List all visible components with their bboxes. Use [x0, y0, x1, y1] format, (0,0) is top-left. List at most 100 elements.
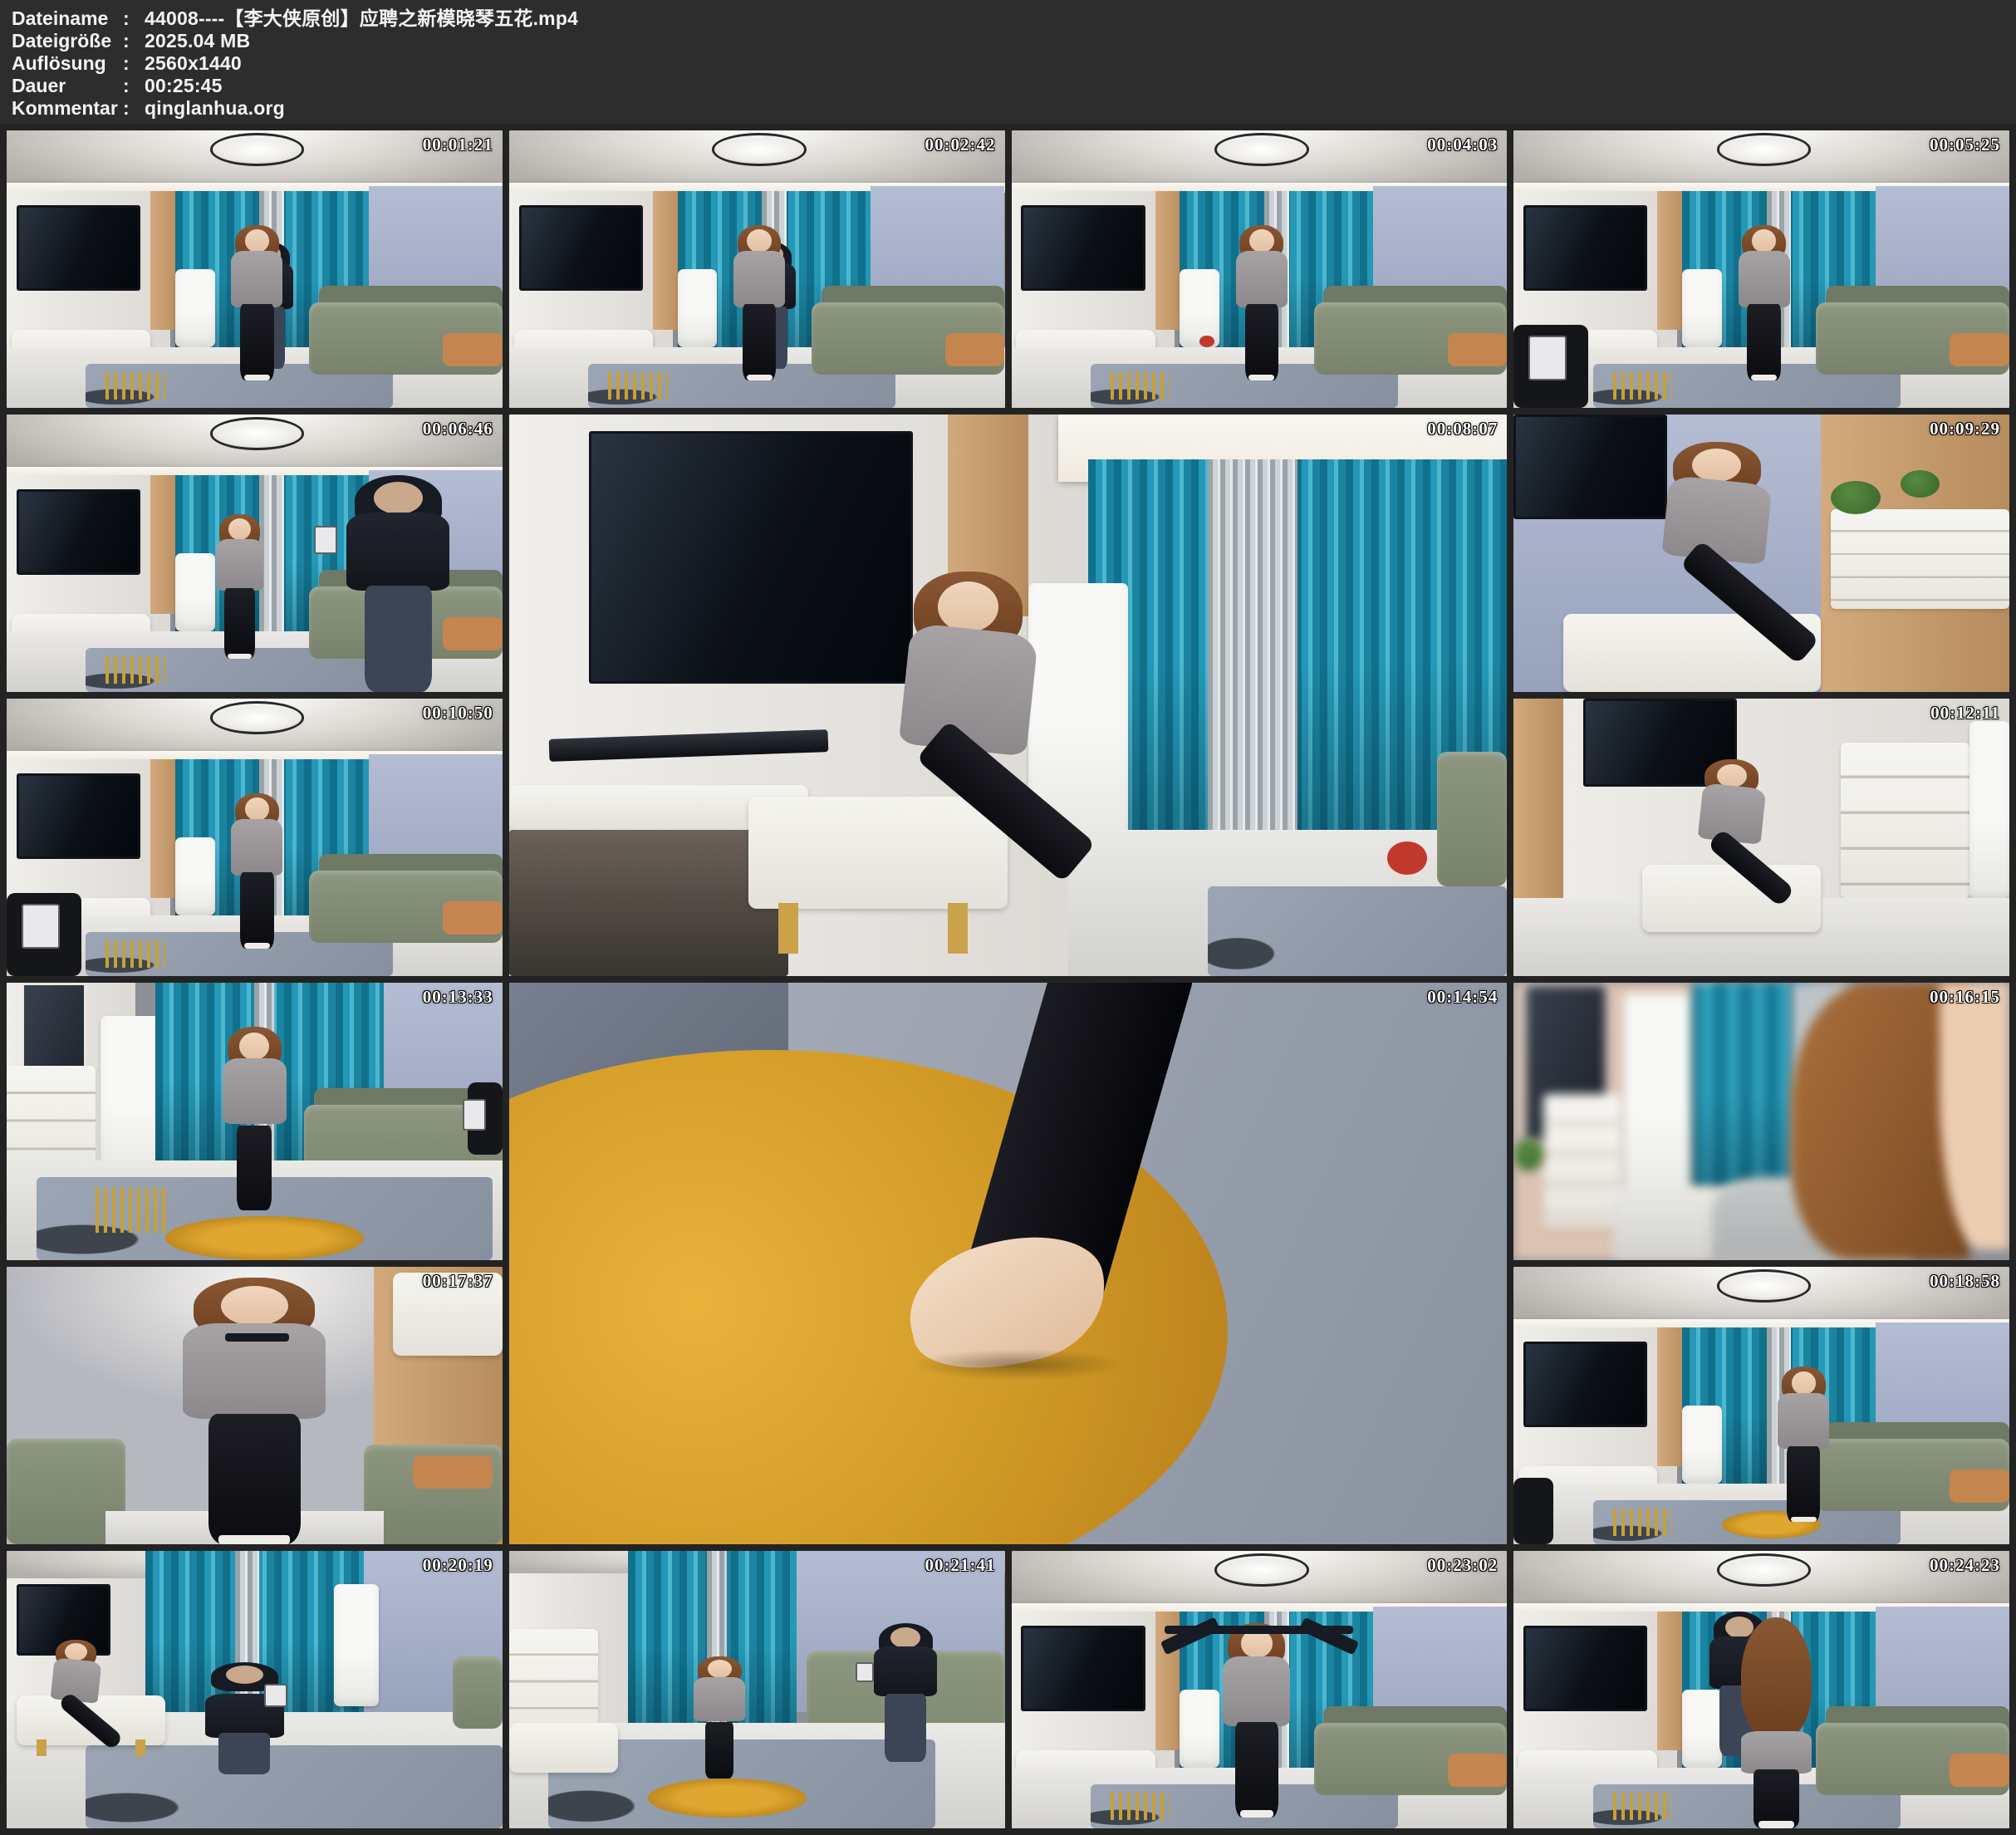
comment-label: Kommentar	[12, 97, 123, 120]
sofaChair-shape	[453, 1656, 503, 1729]
plant-shape	[1513, 1138, 1543, 1171]
person-torso-shape	[1778, 1393, 1829, 1449]
person-figure	[866, 1623, 944, 1762]
person-figure	[1732, 225, 1797, 380]
rugstripes-shape	[1111, 372, 1170, 400]
person-legs-shape	[743, 304, 776, 380]
person-legs-shape	[208, 1414, 302, 1544]
person-legs-shape	[705, 1722, 733, 1779]
separator: :	[123, 7, 145, 30]
cabW2-shape	[1543, 1094, 1622, 1227]
person-legs-shape	[240, 304, 273, 380]
yellowEllipse-shape	[648, 1779, 807, 1818]
rugstripes-shape	[96, 1188, 165, 1232]
thumbnail-grid: 00:01:21 00:02:42 00:04:03 00:05:25 00:0…	[0, 124, 2016, 1835]
shadow-shape	[868, 1342, 1167, 1387]
tv-shape	[17, 773, 140, 859]
lampring-shape	[1214, 1553, 1308, 1586]
rugBig-shape	[86, 1745, 502, 1828]
lampring-shape	[210, 133, 304, 165]
red-shape	[1199, 336, 1214, 346]
person-torso-shape	[1236, 251, 1288, 307]
lampring-shape	[210, 701, 304, 734]
cushO-shape	[945, 333, 1005, 366]
person-torso-shape	[1741, 1731, 1812, 1774]
ac-shape	[678, 269, 718, 347]
rugstripes-shape	[1613, 1793, 1673, 1820]
cushO-shape	[1950, 1754, 2009, 1787]
cabW2-shape	[1831, 509, 2009, 609]
timestamp-overlay: 00:23:02	[1427, 1555, 1498, 1576]
person-legs-shape	[1245, 304, 1278, 380]
timestamp-overlay: 00:24:23	[1930, 1555, 2000, 1576]
thumbnail-image	[509, 130, 1005, 408]
rugstripes-shape	[608, 372, 668, 400]
person-figure	[1214, 1623, 1298, 1818]
person-head-shape	[890, 1627, 920, 1648]
ac-shape	[1180, 1690, 1219, 1768]
timestamp-overlay: 00:12:11	[1930, 703, 2000, 724]
resolution-value: 2560x1440	[145, 52, 242, 75]
acBig-shape	[1969, 721, 2009, 899]
person-torso-shape	[1739, 251, 1790, 307]
phone-shape	[314, 526, 337, 554]
person-legs-shape	[365, 586, 432, 692]
tv-shape	[519, 205, 643, 291]
timestamp-overlay: 00:21:41	[925, 1555, 996, 1576]
person-head-shape	[938, 581, 998, 632]
acBig-shape	[1623, 994, 1693, 1210]
clutter-shape	[509, 830, 788, 976]
person-torso-shape	[1661, 475, 1772, 566]
person-torso-shape	[346, 513, 449, 591]
cushO-shape	[413, 1455, 492, 1489]
person-head-shape	[245, 229, 269, 253]
phone-shape	[264, 1684, 287, 1706]
rugstripes-shape	[105, 656, 165, 684]
thumbnail-image	[7, 699, 503, 976]
video-thumbnail: 00:05:25	[1513, 130, 2009, 408]
timestamp-overlay: 00:17:37	[423, 1271, 493, 1292]
tvBig-shape	[1513, 415, 1667, 519]
person-figure	[334, 475, 463, 692]
handR-shape	[1513, 1478, 1553, 1544]
video-thumbnail: 00:01:21	[7, 130, 503, 408]
person-figure	[1732, 1617, 1821, 1828]
lampring-shape	[1717, 1269, 1811, 1302]
thumbnail-image	[7, 983, 503, 1260]
timestamp-overlay: 00:08:07	[1427, 419, 1498, 439]
tv-shape	[17, 489, 140, 575]
ac-shape	[1180, 269, 1219, 347]
thumbnail-image	[509, 1551, 1005, 1828]
phone-shape	[463, 1099, 486, 1130]
person-figure	[165, 1278, 344, 1544]
rugstripes-shape	[1613, 372, 1673, 400]
thumbnail-image	[1513, 415, 2009, 692]
yellowEllipse-shape	[165, 1216, 364, 1260]
strap-shape	[225, 1333, 290, 1342]
timestamp-overlay: 00:06:46	[423, 419, 493, 439]
rugstripes-shape	[105, 940, 165, 968]
timestamp-overlay: 00:09:29	[1930, 419, 2000, 439]
plant-shape	[1831, 481, 1881, 514]
person-figure	[225, 225, 290, 380]
timestamp-overlay: 00:10:50	[423, 703, 493, 724]
timestamp-overlay: 00:18:58	[1930, 1271, 2000, 1292]
person-legs-shape	[237, 1126, 272, 1209]
person-hair-shape	[1741, 1617, 1812, 1739]
person-figure	[210, 514, 270, 659]
thumbnail-image	[7, 1267, 503, 1544]
video-thumbnail: 00:21:41	[509, 1551, 1005, 1828]
person-torso-shape	[874, 1646, 937, 1696]
video-thumbnail: 00:20:19	[7, 1551, 503, 1828]
separator: :	[123, 30, 145, 52]
sofaChair-shape	[1437, 752, 1507, 886]
thumbnail-image	[1513, 130, 2009, 408]
filename-label: Dateiname	[12, 7, 123, 30]
rugstripes-shape	[1613, 1509, 1673, 1536]
video-thumbnail: 00:23:02	[1012, 1551, 1508, 1828]
resolution-label: Auflösung	[12, 52, 123, 75]
file-info-header: Dateiname : 44008----【李大侠原创】应聘之新模晓琴五花.mp…	[0, 0, 2016, 124]
thumbnail-image	[1513, 1267, 2009, 1544]
rugstripes-shape	[105, 372, 165, 400]
video-thumbnail: 00:04:03	[1012, 130, 1508, 408]
